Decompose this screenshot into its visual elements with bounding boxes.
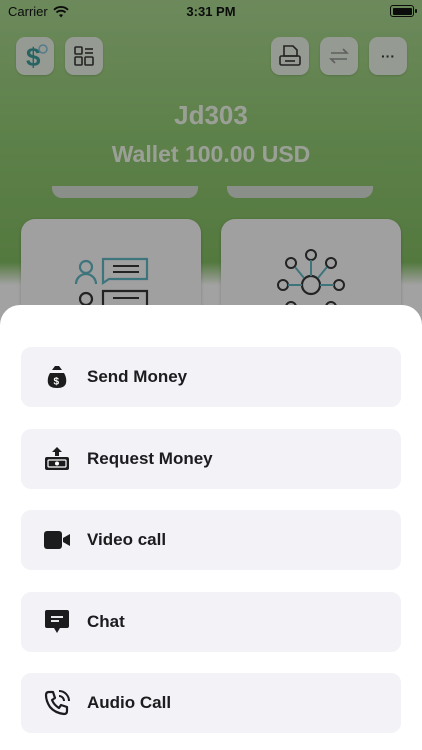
video-call-label: Video call — [87, 530, 167, 549]
audio-call-button[interactable]: Audio Call — [21, 673, 401, 733]
action-bottom-sheet: $ Send Money Request Money Video call Ch… — [0, 305, 422, 750]
request-money-label: Request Money — [87, 449, 213, 468]
video-camera-icon — [44, 531, 70, 549]
audio-call-label: Audio Call — [87, 693, 172, 712]
chat-bubble-icon — [45, 610, 69, 633]
send-money-button[interactable]: $ Send Money — [21, 347, 401, 407]
request-money-button[interactable]: Request Money — [21, 429, 401, 489]
send-money-label: Send Money — [87, 367, 188, 386]
chat-label: Chat — [87, 612, 125, 631]
request-money-icon — [45, 447, 69, 470]
phone-icon — [44, 690, 70, 716]
money-bag-icon: $ — [47, 366, 67, 388]
video-call-button[interactable]: Video call — [21, 510, 401, 570]
svg-text:$: $ — [54, 377, 60, 388]
chat-button[interactable]: Chat — [21, 592, 401, 652]
